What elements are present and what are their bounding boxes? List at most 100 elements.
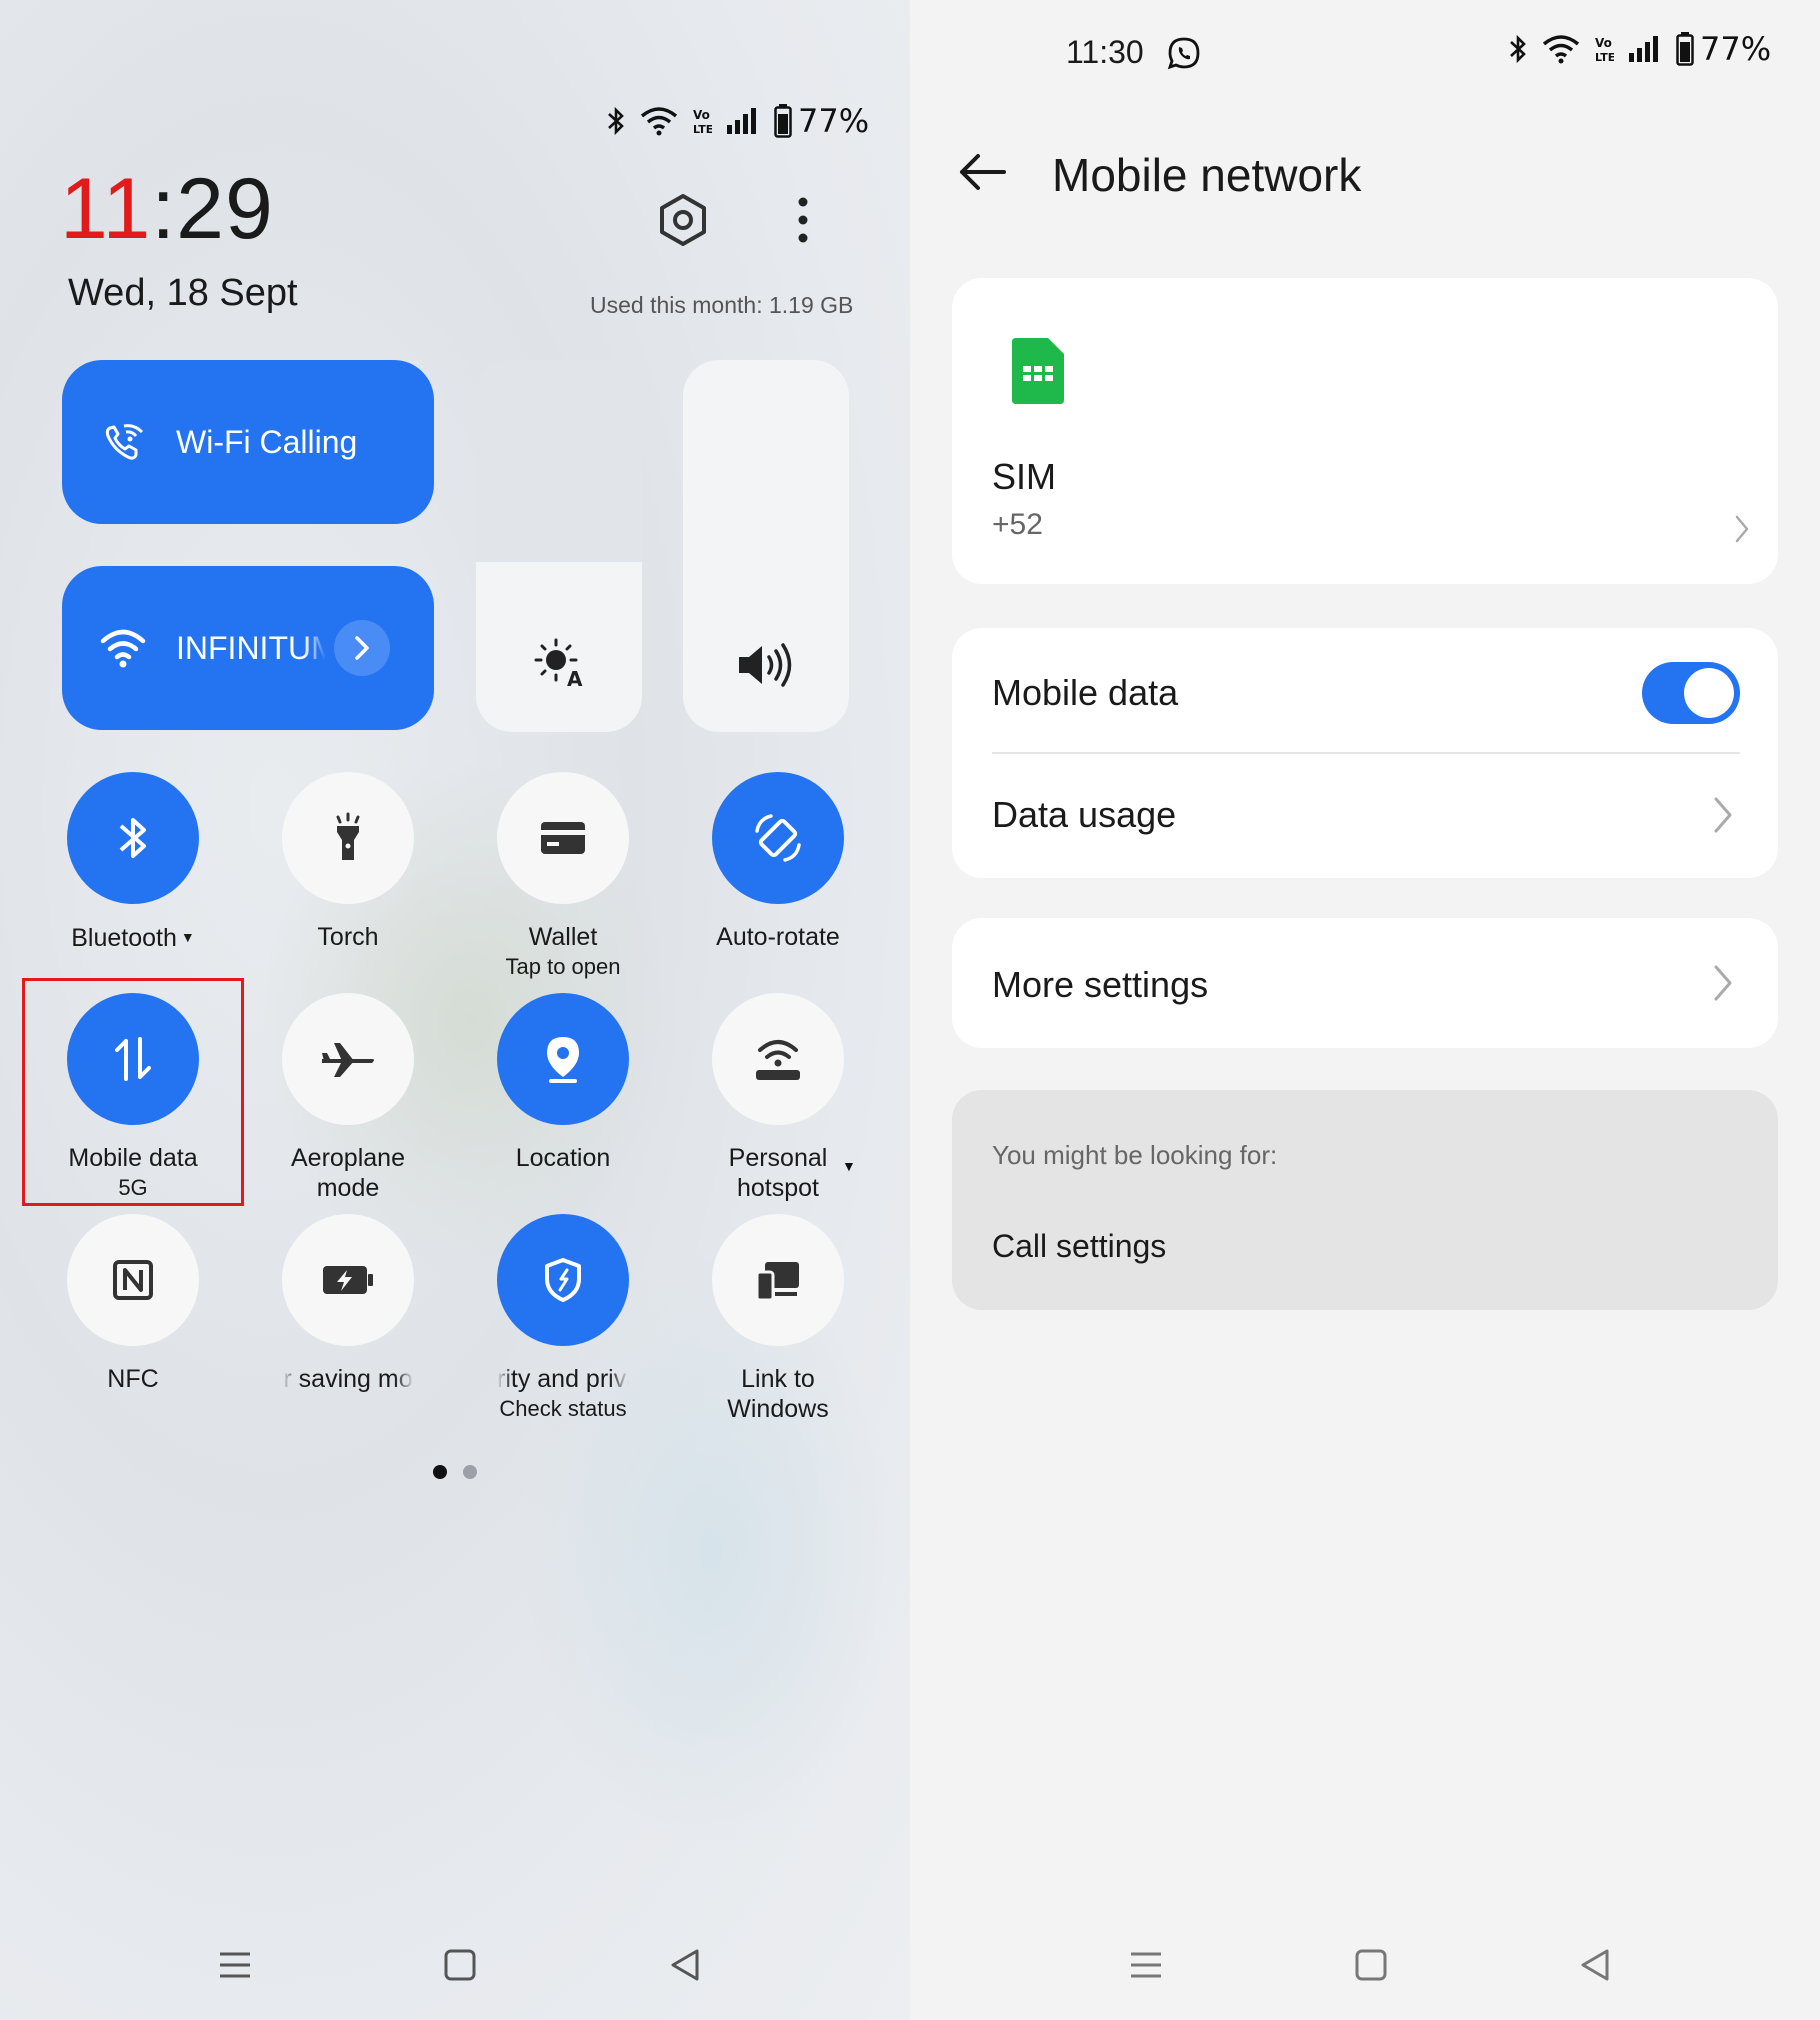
- bluetooth-toggle[interactable]: [67, 772, 199, 904]
- home-button[interactable]: [1346, 1940, 1396, 1990]
- volte-icon: VoLTE: [693, 108, 712, 136]
- torch-toggle[interactable]: [282, 772, 414, 904]
- bluetooth-icon: [1510, 34, 1526, 64]
- nfc-toggle[interactable]: [67, 1214, 199, 1346]
- aeroplane-icon: [322, 1043, 374, 1077]
- suggestions-card: You might be looking for: Call settings: [952, 1090, 1778, 1310]
- tile-link-to-windows[interactable]: Link to Windows: [712, 1214, 844, 1424]
- mobile-data-row[interactable]: Mobile data: [952, 628, 1778, 752]
- tile-security-privacy[interactable]: rity and priva Check status: [497, 1214, 640, 1424]
- back-arrow-icon[interactable]: [956, 152, 1008, 192]
- tile-label: Wallet: [528, 923, 598, 951]
- auto-rotate-toggle[interactable]: [712, 772, 844, 904]
- square-icon: [1355, 1949, 1387, 1981]
- caret-down-icon[interactable]: ▼: [181, 929, 195, 945]
- wifi-icon: [1542, 35, 1580, 64]
- tile-label: Bluetooth: [71, 924, 177, 952]
- settings-gear-icon[interactable]: [655, 192, 711, 248]
- tile-torch[interactable]: Torch: [282, 772, 414, 952]
- clock-minutes: :29: [151, 161, 274, 257]
- tile-aeroplane-mode[interactable]: Aeroplane mode: [282, 993, 414, 1203]
- tile-sublabel: Tap to open: [505, 954, 621, 979]
- tile-wallet[interactable]: Wallet Tap to open: [497, 772, 629, 982]
- clock[interactable]: 11:29: [60, 160, 274, 259]
- wifi-network-tile[interactable]: INFINITUM: [62, 566, 434, 730]
- svg-text:A: A: [567, 667, 583, 690]
- brightness-slider[interactable]: A: [476, 360, 642, 732]
- wifi-calling-label: Wi-Fi Calling: [176, 423, 358, 460]
- tile-auto-rotate[interactable]: Auto-rotate: [712, 772, 844, 952]
- tile-sublabel: hotspot: [736, 1174, 819, 1202]
- volume-slider[interactable]: [683, 360, 849, 732]
- tile-label: NFC: [107, 1365, 159, 1393]
- security-toggle[interactable]: [497, 1214, 629, 1346]
- tile-label: Location: [515, 1144, 611, 1172]
- mobile-data-switch[interactable]: [1642, 662, 1740, 724]
- suggestions-heading: You might be looking for:: [992, 1140, 1278, 1170]
- link-to-windows-icon: [755, 1262, 799, 1302]
- wallet-icon: [541, 822, 585, 854]
- volume-icon: [739, 643, 792, 687]
- aeroplane-toggle[interactable]: [282, 993, 414, 1125]
- data-used-this-month[interactable]: Used this month: 1.19 GB: [590, 292, 853, 319]
- svg-text:LTE: LTE: [693, 123, 712, 136]
- tile-label: Auto-rotate: [716, 923, 840, 951]
- wifi-calling-tile[interactable]: Wi-Fi Calling: [62, 360, 434, 524]
- back-button[interactable]: [660, 1940, 710, 1990]
- mobile-data-toggle[interactable]: [67, 993, 199, 1125]
- tile-location[interactable]: Location: [497, 993, 629, 1173]
- auto-brightness-icon: A: [534, 638, 583, 690]
- status-bar: Vo LTE 77%: [606, 102, 869, 140]
- page-dot-active: [433, 1465, 447, 1479]
- battery-icon: [1676, 32, 1694, 66]
- hotspot-toggle[interactable]: [712, 993, 844, 1125]
- recents-button[interactable]: [1121, 1940, 1171, 1990]
- call-settings-link[interactable]: Call settings: [992, 1228, 1166, 1265]
- chevron-right-icon: [355, 636, 369, 660]
- nfc-icon: [113, 1260, 153, 1300]
- more-settings-label: More settings: [992, 964, 1209, 1005]
- tile-power-saving[interactable]: r saving mo: [282, 1214, 414, 1394]
- wifi-network-expand-button[interactable]: [334, 620, 390, 676]
- status-time: 11:30: [1066, 34, 1144, 70]
- tile-label: r saving mo: [283, 1365, 413, 1393]
- signal-icon: [1629, 36, 1658, 62]
- svg-text:LTE: LTE: [1595, 51, 1614, 64]
- back-button[interactable]: [1570, 1940, 1620, 1990]
- clock-hour: 11: [60, 161, 152, 257]
- square-icon: [444, 1949, 476, 1981]
- date[interactable]: Wed, 18 Sept: [68, 272, 298, 315]
- page-dot: [463, 1465, 477, 1479]
- bluetooth-icon: [119, 818, 146, 858]
- wifi-icon: [100, 629, 146, 668]
- data-usage-row[interactable]: Data usage: [952, 754, 1778, 878]
- location-toggle[interactable]: [497, 993, 629, 1125]
- tile-personal-hotspot[interactable]: Personal hotspot: [712, 993, 844, 1203]
- tile-mobile-data[interactable]: Mobile data 5G: [67, 993, 199, 1203]
- tile-bluetooth[interactable]: Bluetooth ▼: [67, 772, 199, 953]
- tile-label: Personal: [728, 1144, 828, 1172]
- battery-percent: 77%: [798, 102, 870, 140]
- wallet-toggle[interactable]: [497, 772, 629, 904]
- bluetooth-icon: [608, 106, 624, 136]
- shield-icon: [545, 1258, 581, 1302]
- auto-rotate-icon: [755, 814, 801, 862]
- more-settings-row[interactable]: More settings: [952, 918, 1778, 1048]
- page-indicator[interactable]: [433, 1465, 477, 1479]
- more-options-icon[interactable]: [790, 196, 816, 248]
- page-title: Mobile network: [1052, 149, 1362, 201]
- link-to-windows-toggle[interactable]: [712, 1214, 844, 1346]
- tile-nfc[interactable]: NFC: [67, 1214, 199, 1394]
- caret-down-icon[interactable]: ▼: [842, 1158, 856, 1174]
- sim-card[interactable]: SIM +52: [952, 278, 1778, 584]
- battery-saver-icon: [323, 1266, 373, 1294]
- volte-icon: VoLTE: [1595, 36, 1614, 64]
- torch-icon: [336, 812, 360, 860]
- power-saving-toggle[interactable]: [282, 1214, 414, 1346]
- sim-name: SIM: [992, 456, 1057, 497]
- data-usage-label: Data usage: [992, 794, 1177, 835]
- home-button[interactable]: [435, 1940, 485, 1990]
- mobile-data-label: Mobile data: [992, 672, 1179, 713]
- recents-button[interactable]: [210, 1940, 260, 1990]
- tile-label: Mobile data: [68, 1144, 198, 1172]
